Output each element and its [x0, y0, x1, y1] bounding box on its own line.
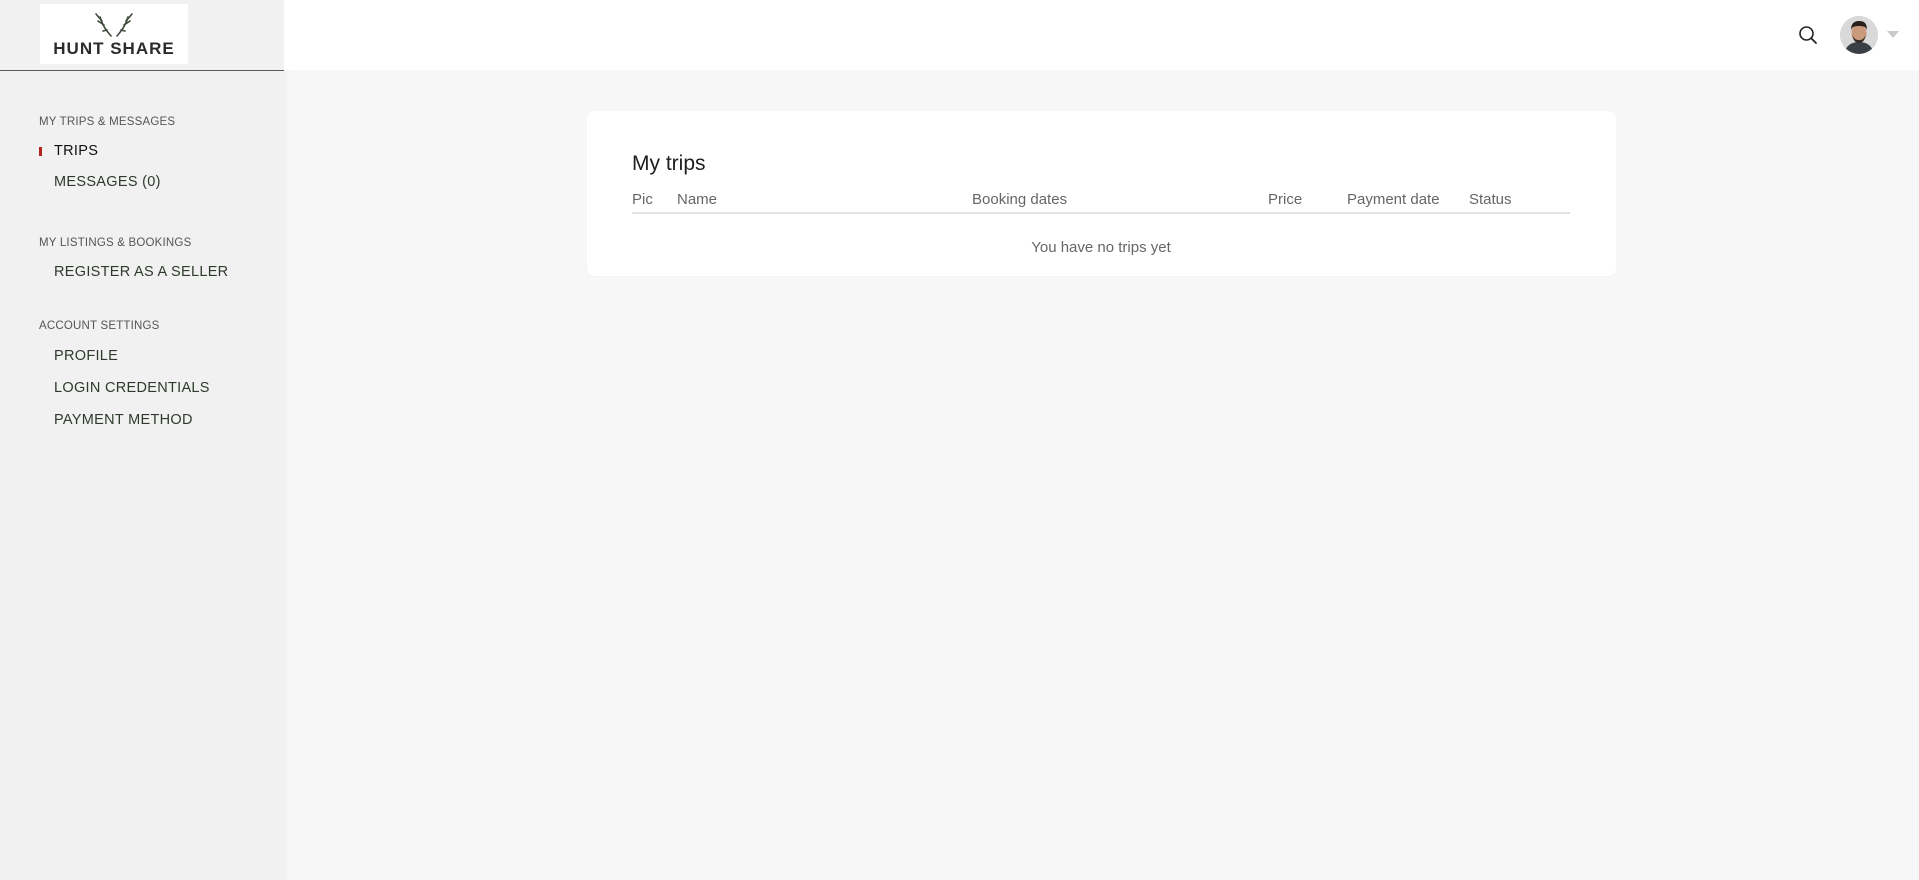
caret-down-icon[interactable]: [1887, 31, 1899, 38]
trips-card: My trips Pic Name Booking dates Price Pa…: [587, 111, 1616, 276]
trips-table-header: Pic Name Booking dates Price Payment dat…: [632, 191, 1570, 214]
column-header-pic: Pic: [632, 191, 653, 208]
sidebar-item-login-credentials[interactable]: LOGIN CREDENTIALS: [39, 380, 284, 396]
sidebar-item-payment-method[interactable]: PAYMENT METHOD: [39, 412, 284, 428]
nav-section-account-settings: ACCOUNT SETTINGS PROFILE LOGIN CREDENTIA…: [0, 320, 284, 428]
section-title-trips-messages: MY TRIPS & MESSAGES: [39, 116, 176, 128]
page-title: My trips: [632, 152, 706, 175]
antlers-icon: [95, 13, 133, 37]
column-header-status: Status: [1469, 191, 1512, 208]
logo-text: HUNT SHARE: [53, 39, 175, 58]
user-avatar[interactable]: [1840, 16, 1878, 54]
nav-section-listings-bookings: MY LISTINGS & BOOKINGS REGISTER AS A SEL…: [0, 237, 284, 280]
logo-bar: HUNT SHARE: [0, 0, 284, 71]
column-header-price: Price: [1268, 191, 1303, 208]
empty-state-message: You have no trips yet: [1031, 239, 1171, 256]
nav-section-trips-messages: MY TRIPS & MESSAGES TRIPS MESSAGES (0): [0, 116, 284, 190]
brand-logo[interactable]: HUNT SHARE: [40, 4, 188, 64]
top-bar: [284, 0, 1919, 70]
sidebar-item-trips[interactable]: TRIPS: [39, 143, 284, 159]
section-title-listings-bookings: MY LISTINGS & BOOKINGS: [39, 237, 192, 249]
section-title-account-settings: ACCOUNT SETTINGS: [39, 320, 160, 332]
sidebar-item-register-seller[interactable]: REGISTER AS A SELLER: [39, 264, 284, 280]
sidebar: HUNT SHARE MY TRIPS & MESSAGES TRIPS MES…: [0, 0, 284, 880]
sidebar-item-profile[interactable]: PROFILE: [39, 348, 284, 364]
column-header-payment-date: Payment date: [1347, 191, 1440, 208]
search-icon[interactable]: [1797, 24, 1819, 46]
column-header-booking-dates: Booking dates: [972, 191, 1068, 208]
column-header-name: Name: [677, 191, 718, 208]
sidebar-item-messages[interactable]: MESSAGES (0): [39, 174, 284, 190]
